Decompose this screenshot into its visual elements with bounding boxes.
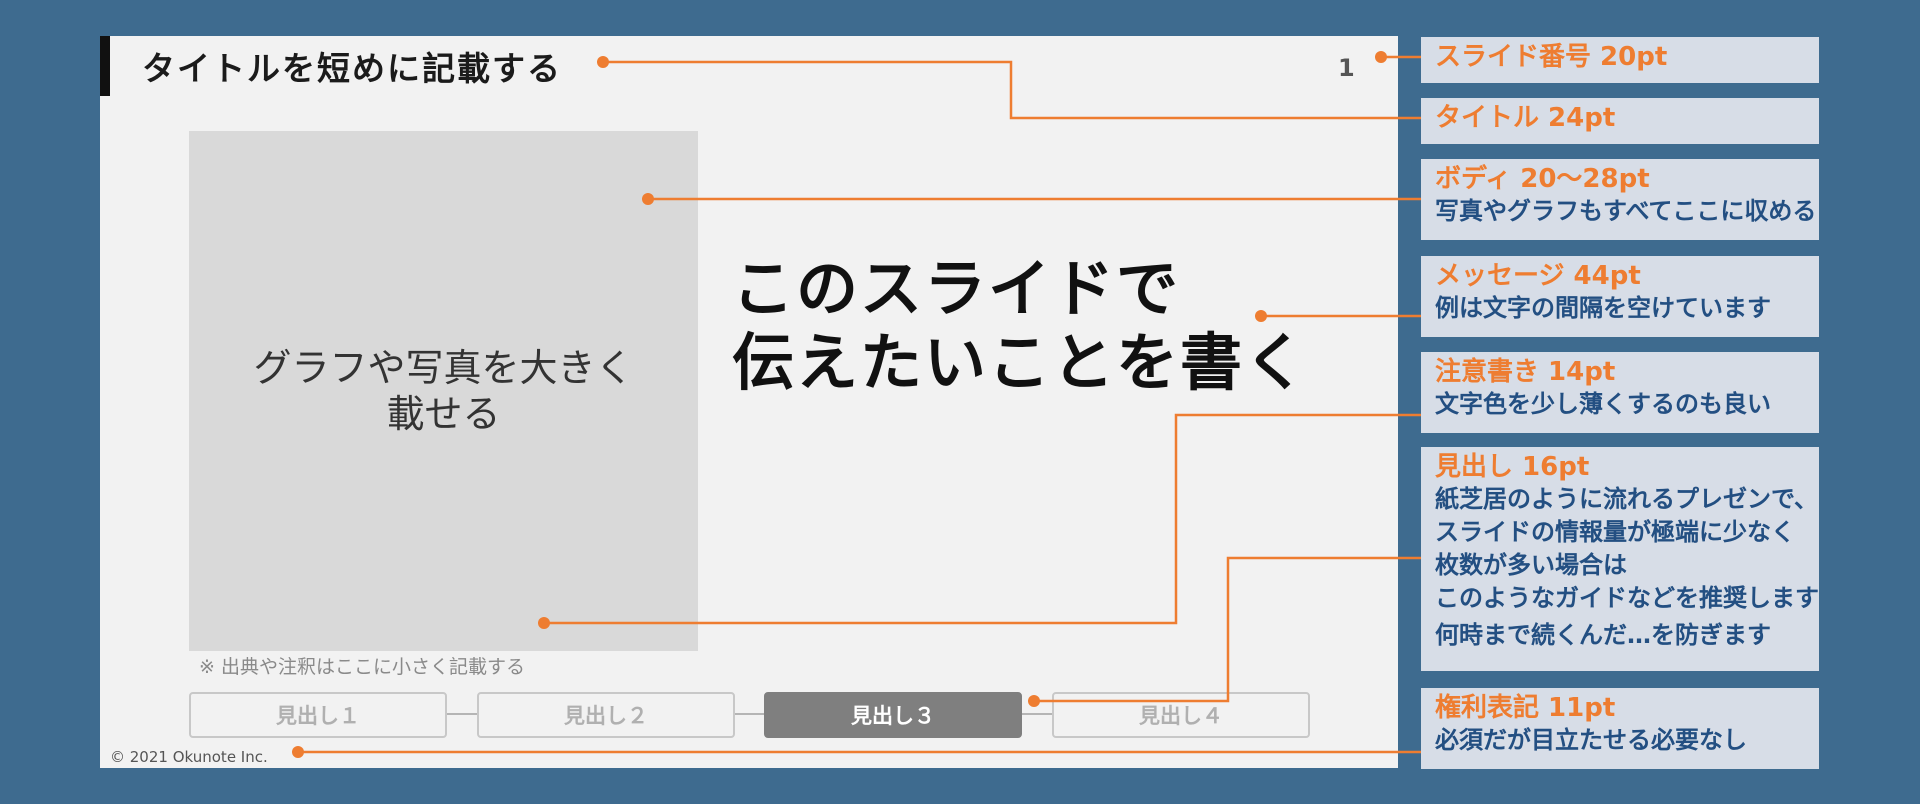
photo-placeholder-line-2: 載せる xyxy=(386,392,501,436)
label-heading: メッセージ 44pt xyxy=(1435,261,1641,291)
label-headings: 見出し 16pt 紙芝居のように流れるプレゼンで、 スライドの情報量が極端に少な… xyxy=(1421,447,1819,671)
key-message-line-2: 伝えたいことを書く xyxy=(732,326,1309,399)
label-heading: 見出し 16pt xyxy=(1435,452,1590,482)
heading-tab-4[interactable]: 見出し４ xyxy=(1052,692,1310,738)
label-description: 写真やグラフもすべてここに収める xyxy=(1435,197,1817,225)
label-slide-number: スライド番号 20pt xyxy=(1421,37,1819,83)
label-description: スライドの情報量が極端に少なく xyxy=(1435,518,1795,546)
copyright-notice: © 2021 Okunote Inc. xyxy=(110,748,268,766)
label-description: このようなガイドなどを推奨します xyxy=(1435,584,1819,612)
label-heading: ボディ 20〜28pt xyxy=(1435,164,1650,194)
key-message-line-1: このスライドで xyxy=(732,252,1181,325)
label-description: 枚数が多い場合は xyxy=(1435,551,1627,579)
heading-connector xyxy=(1022,713,1052,715)
photo-placeholder-text: グラフや写真を大きく 載せる xyxy=(224,345,664,437)
slide-number: 1 xyxy=(1338,54,1355,82)
label-copyright: 権利表記 11pt 必須だが目立たせる必要なし xyxy=(1421,688,1819,769)
label-description: 必須だが目立たせる必要なし xyxy=(1435,726,1747,754)
label-heading: 注意書き 14pt xyxy=(1435,357,1616,387)
label-heading: 権利表記 11pt xyxy=(1435,693,1616,723)
label-description: 文字色を少し薄くするのも良い xyxy=(1435,390,1771,418)
heading-connector xyxy=(735,713,765,715)
label-heading: タイトル 24pt xyxy=(1435,103,1616,133)
label-message: メッセージ 44pt 例は文字の間隔を空けています xyxy=(1421,256,1819,337)
heading-tab-2[interactable]: 見出し２ xyxy=(477,692,735,738)
label-description: 例は文字の間隔を空けています xyxy=(1435,294,1771,322)
title-accent-bar xyxy=(100,36,110,96)
label-heading: スライド番号 20pt xyxy=(1435,42,1668,72)
heading-connector xyxy=(447,713,477,715)
key-message: このスライドで 伝えたいことを書く xyxy=(732,252,1308,400)
photo-placeholder-line-1: グラフや写真を大きく xyxy=(253,346,634,390)
label-description: 何時まで続くんだ…を防ぎます xyxy=(1435,621,1771,649)
heading-tab-3[interactable]: 見出し３ xyxy=(764,692,1022,738)
photo-placeholder: グラフや写真を大きく 載せる xyxy=(189,131,698,651)
heading-tab-1[interactable]: 見出し１ xyxy=(189,692,447,738)
label-body: ボディ 20〜28pt 写真やグラフもすべてここに収める xyxy=(1421,159,1819,240)
label-title: タイトル 24pt xyxy=(1421,98,1819,144)
slide-title: タイトルを短めに記載する xyxy=(142,49,562,88)
label-caution-note: 注意書き 14pt 文字色を少し薄くするのも良い xyxy=(1421,352,1819,433)
footnote: ※ 出典や注釈はここに小さく記載する xyxy=(199,656,525,678)
label-description: 紙芝居のように流れるプレゼンで、 xyxy=(1435,485,1819,513)
